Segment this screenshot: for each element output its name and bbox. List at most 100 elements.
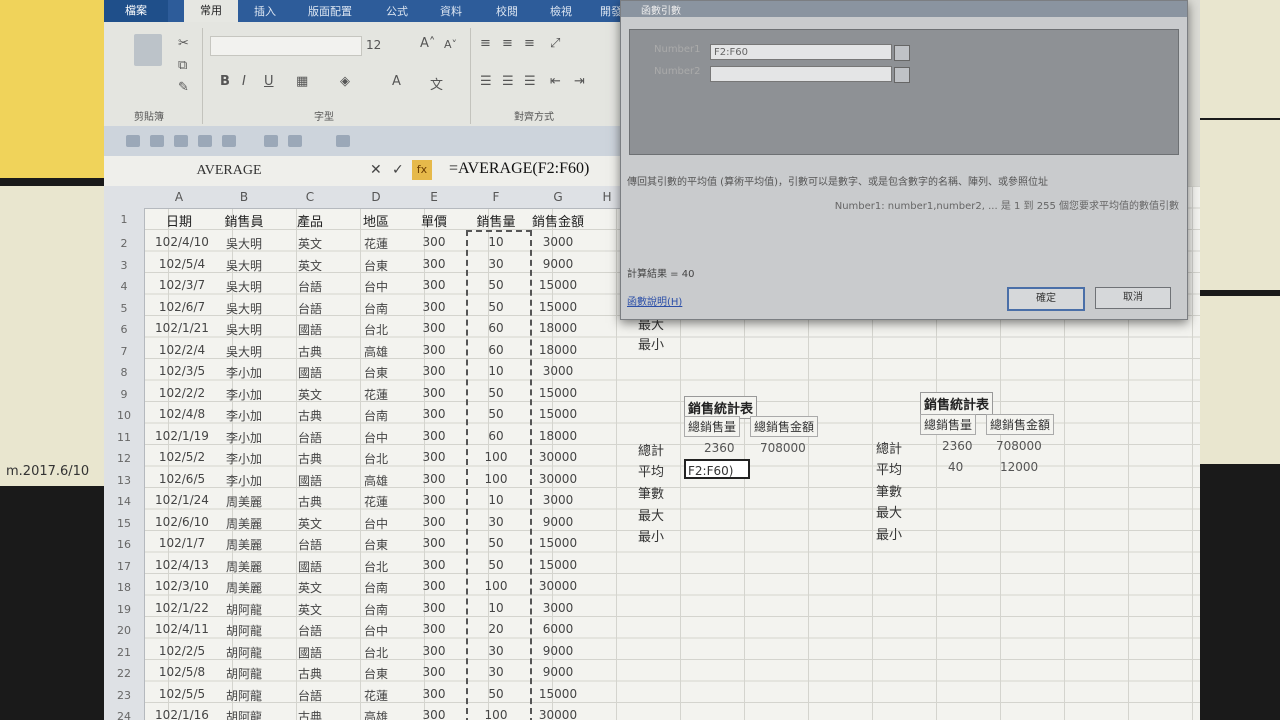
column-header[interactable]: D xyxy=(346,190,406,204)
row-header[interactable]: 21 xyxy=(104,646,144,659)
table-cell[interactable]: 高雄 xyxy=(346,343,406,360)
table-cell[interactable]: 102/1/19 xyxy=(154,429,210,443)
table-cell[interactable]: 台北 xyxy=(346,644,406,661)
table-cell[interactable]: 102/5/5 xyxy=(154,687,210,701)
table-cell[interactable]: 15000 xyxy=(528,278,588,292)
table-cell[interactable]: 李小加 xyxy=(214,429,274,446)
underline-icon[interactable]: U xyxy=(264,74,274,89)
preview-icon[interactable] xyxy=(222,135,236,147)
table-cell[interactable]: 300 xyxy=(404,579,464,593)
table-cell[interactable]: 300 xyxy=(404,622,464,636)
table-cell[interactable]: 李小加 xyxy=(214,407,274,424)
table-cell[interactable]: 台東 xyxy=(346,364,406,381)
tab-developer[interactable]: 開發 xyxy=(600,3,622,19)
table-cell[interactable]: 300 xyxy=(404,429,464,443)
table-cell[interactable]: 300 xyxy=(404,278,464,292)
table-cell[interactable]: 15000 xyxy=(528,300,588,314)
table-cell[interactable]: 台北 xyxy=(346,450,406,467)
table-cell[interactable]: 6000 xyxy=(528,622,588,636)
table-cell[interactable]: 周美麗 xyxy=(214,558,274,575)
table-cell[interactable]: 102/4/11 xyxy=(154,622,210,636)
table-cell[interactable]: 15000 xyxy=(528,687,588,701)
row-header[interactable]: 18 xyxy=(104,581,144,594)
table-cell[interactable]: 102/4/8 xyxy=(154,407,210,421)
table-cell[interactable]: 台南 xyxy=(346,601,406,618)
table-cell[interactable]: 周美麗 xyxy=(214,493,274,510)
table-cell[interactable]: 9000 xyxy=(528,515,588,529)
table-cell[interactable]: 台語 xyxy=(280,300,340,317)
cancel-formula-icon[interactable]: ✕ xyxy=(370,162,382,178)
table-cell[interactable]: 台中 xyxy=(346,278,406,295)
table-cell[interactable]: 台語 xyxy=(280,687,340,704)
orientation-icon[interactable]: ⤢ xyxy=(550,36,560,51)
table-cell[interactable]: 吳大明 xyxy=(214,278,274,295)
font-name-box[interactable] xyxy=(210,36,362,56)
table-cell[interactable]: 吳大明 xyxy=(214,257,274,274)
row-header[interactable]: 9 xyxy=(104,388,144,401)
table-cell[interactable]: 台南 xyxy=(346,300,406,317)
table-cell[interactable]: 300 xyxy=(404,708,464,720)
table-cell[interactable]: 18000 xyxy=(528,343,588,357)
table-cell[interactable]: 15000 xyxy=(528,536,588,550)
table-cell[interactable]: 300 xyxy=(404,558,464,572)
column-header[interactable]: B xyxy=(214,190,274,204)
table-cell[interactable]: 高雄 xyxy=(346,472,406,489)
table-cell[interactable]: 國語 xyxy=(280,364,340,381)
name-box[interactable]: AVERAGE xyxy=(114,161,344,181)
table-cell[interactable]: 李小加 xyxy=(214,386,274,403)
table-cell[interactable]: 花蓮 xyxy=(346,235,406,252)
tab-view[interactable]: 檢視 xyxy=(550,3,572,19)
table-cell[interactable]: 102/6/5 xyxy=(154,472,210,486)
table-cell[interactable]: 台中 xyxy=(346,622,406,639)
row-header[interactable]: 8 xyxy=(104,366,144,379)
table-cell[interactable]: 102/4/13 xyxy=(154,558,210,572)
formula-input[interactable]: =AVERAGE(F2:F60) xyxy=(449,160,589,178)
collapse-dialog-icon[interactable] xyxy=(894,67,910,83)
table-cell[interactable]: 周美麗 xyxy=(214,579,274,596)
table-cell[interactable]: 300 xyxy=(404,407,464,421)
table-cell[interactable]: 102/2/2 xyxy=(154,386,210,400)
row-header[interactable]: 20 xyxy=(104,624,144,637)
table-cell[interactable]: 台中 xyxy=(346,515,406,532)
grow-font-icon[interactable]: A˄ xyxy=(420,36,435,51)
table-cell[interactable]: 國語 xyxy=(280,321,340,338)
table-cell[interactable]: 300 xyxy=(404,536,464,550)
table-cell[interactable]: 102/2/5 xyxy=(154,644,210,658)
fill-color-icon[interactable]: ◈ xyxy=(340,74,350,89)
row-header[interactable]: 10 xyxy=(104,409,144,422)
paste-icon[interactable] xyxy=(134,34,162,66)
table-cell[interactable]: 台北 xyxy=(346,321,406,338)
table-cell[interactable]: 102/6/7 xyxy=(154,300,210,314)
table-cell[interactable]: 102/6/10 xyxy=(154,515,210,529)
table-cell[interactable]: 古典 xyxy=(280,708,340,720)
sort-icon[interactable] xyxy=(264,135,278,147)
outdent-icon[interactable]: ⇥ xyxy=(574,74,585,89)
table-cell[interactable]: 國語 xyxy=(280,472,340,489)
function-help-link[interactable]: 函數說明(H) xyxy=(627,293,682,308)
table-cell[interactable]: 300 xyxy=(404,343,464,357)
table-cell[interactable]: 102/1/22 xyxy=(154,601,210,615)
table-cell[interactable]: 胡阿龍 xyxy=(214,622,274,639)
table-cell[interactable]: 300 xyxy=(404,386,464,400)
align-bottom-icon[interactable]: ≡ xyxy=(524,36,535,51)
table-cell[interactable]: 台語 xyxy=(280,429,340,446)
table-cell[interactable]: 花蓮 xyxy=(346,493,406,510)
table-cell[interactable]: 花蓮 xyxy=(346,687,406,704)
border-icon[interactable]: ▦ xyxy=(296,74,308,89)
table-cell[interactable]: 300 xyxy=(404,515,464,529)
align-left-icon[interactable]: ☰ xyxy=(480,74,492,89)
table-cell[interactable]: 102/5/2 xyxy=(154,450,210,464)
table-cell[interactable]: 台語 xyxy=(280,278,340,295)
table-cell[interactable]: 102/4/10 xyxy=(154,235,210,249)
tab-data[interactable]: 資料 xyxy=(440,3,462,19)
tab-page-layout[interactable]: 版面配置 xyxy=(308,3,352,19)
table-cell[interactable]: 花蓮 xyxy=(346,386,406,403)
table-cell[interactable]: 台東 xyxy=(346,536,406,553)
table-cell[interactable]: 3000 xyxy=(528,493,588,507)
table-cell[interactable]: 300 xyxy=(404,321,464,335)
indent-icon[interactable]: ⇤ xyxy=(550,74,561,89)
shrink-font-icon[interactable]: A˅ xyxy=(444,38,457,51)
print-icon[interactable] xyxy=(198,135,212,147)
column-header[interactable]: C xyxy=(280,190,340,204)
row-header[interactable]: 17 xyxy=(104,560,144,573)
